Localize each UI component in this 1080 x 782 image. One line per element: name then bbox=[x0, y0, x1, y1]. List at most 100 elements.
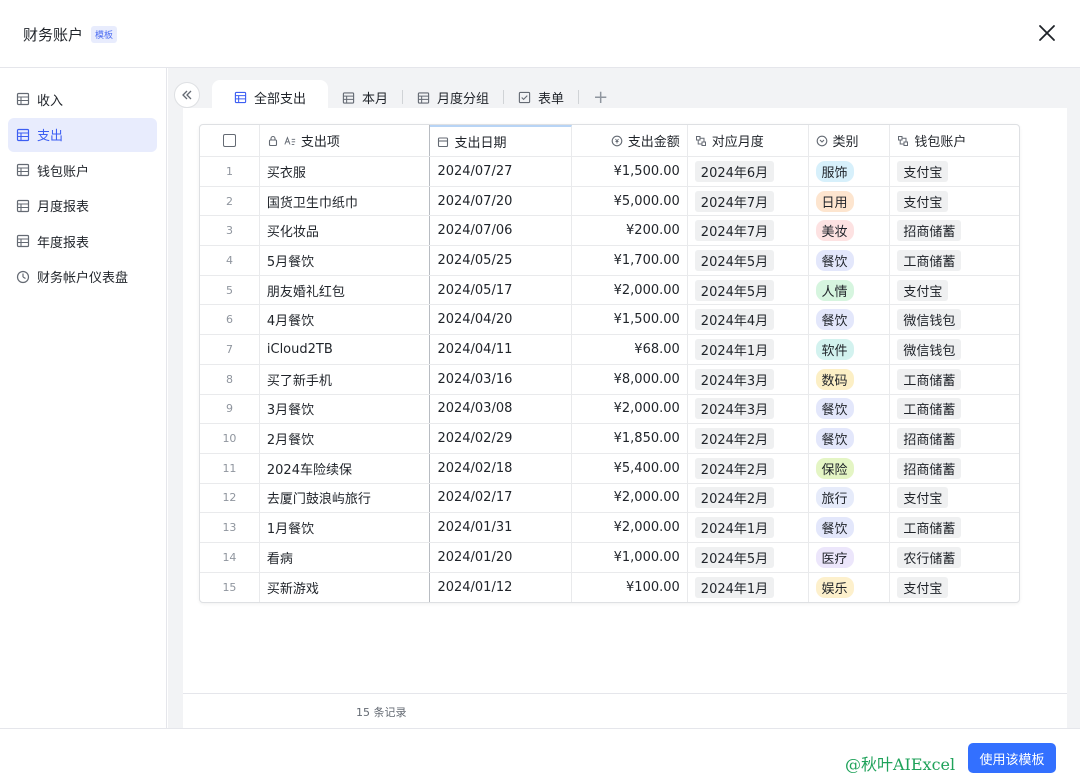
expense-date-cell[interactable]: 2024/07/27 bbox=[430, 157, 573, 186]
row-number-cell[interactable]: 6 bbox=[200, 305, 260, 335]
row-number-cell[interactable]: 3 bbox=[200, 216, 260, 246]
expense-date-cell[interactable]: 2024/05/17 bbox=[430, 275, 573, 305]
expense-amount-cell[interactable]: ¥1,500.00 bbox=[572, 305, 688, 335]
category-tag-cell[interactable]: 餐饮 bbox=[809, 394, 891, 424]
table-row[interactable]: 1 买衣服 2024/07/27 ¥1,500.00 2024年6月 服饰 支付宝 bbox=[200, 157, 1019, 187]
sidebar-item-3[interactable]: 月度报表 bbox=[8, 189, 157, 223]
row-number-cell[interactable]: 9 bbox=[200, 394, 260, 424]
category-tag-cell[interactable]: 软件 bbox=[809, 335, 891, 364]
expense-item-cell[interactable]: iCloud2TB bbox=[260, 335, 431, 364]
month-link-tag-cell[interactable]: 2024年5月 bbox=[688, 246, 809, 275]
row-number-cell[interactable]: 8 bbox=[200, 364, 260, 394]
expense-amount-cell[interactable]: ¥1,500.00 bbox=[572, 157, 688, 186]
category-tag-cell[interactable]: 娱乐 bbox=[809, 572, 891, 603]
table-row[interactable]: 13 1月餐饮 2024/01/31 ¥2,000.00 2024年1月 餐饮 工商储蓄 bbox=[200, 513, 1019, 543]
expense-item-cell[interactable]: 5月餐饮 bbox=[260, 246, 431, 275]
expense-item-cell[interactable]: 买化妆品 bbox=[260, 216, 431, 246]
month-link-tag-cell[interactable]: 2024年5月 bbox=[688, 542, 809, 572]
row-number-cell[interactable]: 4 bbox=[200, 246, 260, 275]
row-number-cell[interactable]: 13 bbox=[200, 513, 260, 542]
month-link-tag-cell[interactable]: 2024年1月 bbox=[688, 513, 809, 542]
month-link-tag-cell[interactable]: 2024年5月 bbox=[688, 275, 809, 305]
month-link-tag-cell[interactable]: 2024年2月 bbox=[688, 483, 809, 513]
row-number-cell[interactable]: 2 bbox=[200, 186, 260, 216]
month-link-tag-cell[interactable]: 2024年4月 bbox=[688, 305, 809, 335]
expense-amount-cell[interactable]: ¥8,000.00 bbox=[572, 364, 688, 394]
expense-item-cell[interactable]: 2月餐饮 bbox=[260, 424, 431, 453]
wallet-link-tag-cell[interactable]: 微信钱包 bbox=[890, 335, 1019, 364]
expense-amount-cell[interactable]: ¥1,000.00 bbox=[572, 542, 688, 572]
month-link-tag-cell[interactable]: 2024年1月 bbox=[688, 572, 809, 603]
month-link-tag-cell[interactable]: 2024年3月 bbox=[688, 394, 809, 424]
sidebar-item-1[interactable]: 支出 bbox=[8, 117, 157, 152]
category-tag-cell[interactable]: 美妆 bbox=[809, 216, 891, 246]
category-tag-cell[interactable]: 餐饮 bbox=[809, 424, 891, 453]
wallet-link-tag-cell[interactable]: 工商储蓄 bbox=[890, 395, 1019, 424]
table-row[interactable]: 5 朋友婚礼红包 2024/05/17 ¥2,000.00 2024年5月 人情 支付宝 bbox=[200, 275, 1019, 306]
expense-item-cell[interactable]: 买新游戏 bbox=[260, 572, 431, 603]
expense-item-cell[interactable]: 3月餐饮 bbox=[260, 394, 431, 424]
row-number-cell[interactable]: 14 bbox=[200, 542, 260, 572]
table-row[interactable]: 8 买了新手机 2024/03/16 ¥8,000.00 2024年3月 数码 工商储蓄 bbox=[200, 364, 1019, 395]
category-tag-cell[interactable]: 旅行 bbox=[809, 483, 891, 513]
sidebar-item-5[interactable]: 财务帐户仪表盘 bbox=[8, 260, 157, 294]
column-header-2[interactable]: 支出金额 bbox=[572, 125, 688, 156]
expense-item-cell[interactable]: 看病 bbox=[260, 542, 431, 572]
month-link-tag-cell[interactable]: 2024年3月 bbox=[688, 364, 809, 394]
row-number-cell[interactable]: 5 bbox=[200, 275, 260, 305]
expense-item-cell[interactable]: 2024车险续保 bbox=[260, 453, 431, 483]
wallet-link-tag-cell[interactable]: 支付宝 bbox=[890, 157, 1019, 186]
wallet-link-tag-cell[interactable]: 支付宝 bbox=[890, 573, 1019, 603]
table-row[interactable]: 14 看病 2024/01/20 ¥1,000.00 2024年5月 医疗 农行储蓄 bbox=[200, 542, 1019, 573]
month-link-tag-cell[interactable]: 2024年7月 bbox=[688, 186, 809, 216]
table-row[interactable]: 10 2月餐饮 2024/02/29 ¥1,850.00 2024年2月 餐饮 招商储蓄 bbox=[200, 424, 1019, 454]
row-number-cell[interactable]: 15 bbox=[200, 572, 260, 603]
expense-date-cell[interactable]: 2024/02/17 bbox=[430, 483, 573, 513]
sidebar-item-0[interactable]: 收入 bbox=[8, 82, 157, 116]
expense-date-cell[interactable]: 2024/07/06 bbox=[430, 216, 573, 246]
row-number-cell[interactable]: 1 bbox=[200, 157, 260, 186]
category-tag-cell[interactable]: 日用 bbox=[809, 186, 891, 216]
table-row[interactable]: 11 2024车险续保 2024/02/18 ¥5,400.00 2024年2月 保险 招商… bbox=[200, 453, 1019, 484]
month-link-tag-cell[interactable]: 2024年6月 bbox=[688, 157, 809, 186]
table-row[interactable]: 6 4月餐饮 2024/04/20 ¥1,500.00 2024年4月 餐饮 微信钱包 bbox=[200, 305, 1019, 336]
wallet-link-tag-cell[interactable]: 微信钱包 bbox=[890, 305, 1019, 334]
wallet-link-tag-cell[interactable]: 农行储蓄 bbox=[890, 543, 1019, 572]
expense-amount-cell[interactable]: ¥2,000.00 bbox=[572, 275, 688, 305]
expense-amount-cell[interactable]: ¥1,700.00 bbox=[572, 246, 688, 275]
expense-date-cell[interactable]: 2024/03/08 bbox=[430, 394, 573, 424]
category-tag-cell[interactable]: 餐饮 bbox=[809, 513, 891, 542]
expense-date-cell[interactable]: 2024/07/20 bbox=[430, 186, 573, 216]
month-link-tag-cell[interactable]: 2024年1月 bbox=[688, 335, 809, 364]
expense-amount-cell[interactable]: ¥5,400.00 bbox=[572, 453, 688, 483]
table-row[interactable]: 2 国货卫生巾纸巾 2024/07/20 ¥5,000.00 2024年7月 日用 支付宝 bbox=[200, 186, 1019, 217]
table-row[interactable]: 3 买化妆品 2024/07/06 ¥200.00 2024年7月 美妆 招商储蓄 bbox=[200, 216, 1019, 247]
column-header-1[interactable]: 支出日期 bbox=[430, 125, 573, 156]
wallet-link-tag-cell[interactable]: 招商储蓄 bbox=[890, 216, 1019, 245]
category-tag-cell[interactable]: 数码 bbox=[809, 364, 891, 394]
expense-amount-cell[interactable]: ¥1,850.00 bbox=[572, 424, 688, 453]
category-tag-cell[interactable]: 人情 bbox=[809, 275, 891, 305]
table-row[interactable]: 7 iCloud2TB 2024/04/11 ¥68.00 2024年1月 软件 微信钱包 bbox=[200, 335, 1019, 365]
column-header-5[interactable]: 钱包账户 bbox=[890, 125, 1019, 156]
row-number-cell[interactable]: 11 bbox=[200, 453, 260, 483]
expense-item-cell[interactable]: 去厦门鼓浪屿旅行 bbox=[260, 483, 431, 513]
category-tag-cell[interactable]: 餐饮 bbox=[809, 305, 891, 335]
wallet-link-tag-cell[interactable]: 工商储蓄 bbox=[890, 365, 1019, 394]
month-link-tag-cell[interactable]: 2024年2月 bbox=[688, 424, 809, 453]
expense-item-cell[interactable]: 买衣服 bbox=[260, 157, 431, 186]
expense-date-cell[interactable]: 2024/05/25 bbox=[430, 246, 573, 275]
wallet-link-tag-cell[interactable]: 支付宝 bbox=[890, 187, 1019, 216]
category-tag-cell[interactable]: 医疗 bbox=[809, 542, 891, 572]
expense-amount-cell[interactable]: ¥5,000.00 bbox=[572, 186, 688, 216]
row-number-cell[interactable]: 12 bbox=[200, 483, 260, 513]
table-row[interactable]: 12 去厦门鼓浪屿旅行 2024/02/17 ¥2,000.00 2024年2月 旅行 支付… bbox=[200, 483, 1019, 514]
table-row[interactable]: 9 3月餐饮 2024/03/08 ¥2,000.00 2024年3月 餐饮 工商储蓄 bbox=[200, 394, 1019, 425]
expense-amount-cell[interactable]: ¥200.00 bbox=[572, 216, 688, 246]
select-all-checkbox[interactable] bbox=[222, 134, 236, 147]
category-tag-cell[interactable]: 服饰 bbox=[809, 157, 891, 186]
expense-date-cell[interactable]: 2024/01/31 bbox=[430, 513, 573, 542]
expense-amount-cell[interactable]: ¥2,000.00 bbox=[572, 483, 688, 513]
expense-item-cell[interactable]: 买了新手机 bbox=[260, 364, 431, 394]
close-icon[interactable] bbox=[1036, 22, 1058, 44]
